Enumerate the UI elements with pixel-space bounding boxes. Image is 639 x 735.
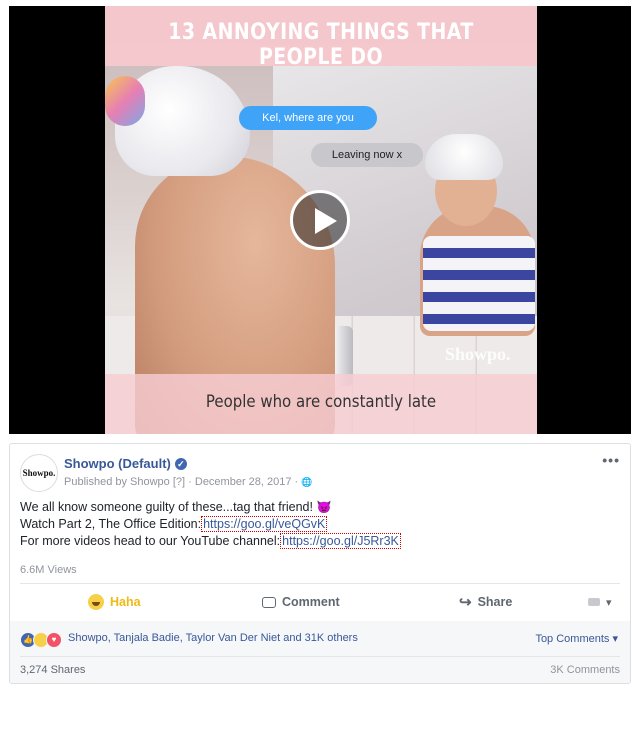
action-bar: Haha Comment ↪ Share ▾: [10, 584, 630, 620]
haha-label: Haha: [110, 595, 141, 609]
avatar-logo-text: Showpo.: [22, 468, 56, 478]
verified-badge-icon: ✓: [174, 458, 187, 470]
message-bubble-received: Leaving now x: [311, 143, 423, 167]
globe-icon: 🌐: [301, 477, 313, 487]
youtube-channel-link[interactable]: https://goo.gl/J5Rr3K: [280, 533, 401, 549]
mirror-shower-cap: [425, 134, 503, 180]
share-icon: ↪: [459, 594, 472, 611]
comment-label: Comment: [282, 595, 340, 609]
reaction-icons[interactable]: 👍 ♥: [20, 632, 62, 648]
shares-row: 3,274 Shares 3K Comments: [10, 657, 630, 683]
post-meta: Published by Showpo [?] · December 28, 2…: [64, 476, 313, 488]
post-line-1: We all know someone guilty of these...ta…: [20, 500, 313, 514]
play-icon: [315, 208, 337, 234]
unicorn-horn: [105, 76, 145, 126]
avatar-small-icon: [588, 598, 600, 606]
share-button[interactable]: ↪ Share: [459, 584, 512, 620]
video-title-overlay: 13 ANNOYING THINGS THAT PEOPLE DO: [168, 20, 474, 70]
comment-button[interactable]: Comment: [262, 584, 340, 620]
reactions-row: 👍 ♥ Showpo, Tanjala Badie, Taylor Van De…: [10, 621, 630, 657]
reaction-names[interactable]: Showpo, Tanjala Badie, Taylor Van Der Ni…: [68, 632, 358, 644]
page-name-link[interactable]: Showpo (Default) ✓: [64, 456, 187, 471]
message-bubble-sent: Kel, where are you: [239, 106, 377, 130]
video-player[interactable]: 13 ANNOYING THINGS THAT PEOPLE DO Kel, w…: [9, 6, 631, 434]
office-edition-link[interactable]: https://goo.gl/veQGvK: [201, 516, 328, 532]
published-help[interactable]: [?]: [173, 476, 185, 488]
published-by: Published by Showpo: [64, 476, 170, 488]
share-label: Share: [477, 595, 513, 609]
post-body: We all know someone guilty of these...ta…: [20, 499, 401, 550]
comment-icon: [262, 596, 276, 608]
post-line-3: For more videos head to our YouTube chan…: [20, 534, 281, 548]
post-date[interactable]: December 28, 2017: [195, 476, 292, 488]
page-name[interactable]: Showpo (Default): [64, 456, 171, 471]
striped-towel: [423, 236, 535, 331]
haha-button[interactable]: Haha: [88, 584, 141, 620]
post-line-2: Watch Part 2, The Office Edition:: [20, 517, 202, 531]
haha-icon: [88, 594, 104, 610]
chevron-down-icon: ▾: [606, 596, 612, 609]
view-count: 6.6M Views: [20, 564, 77, 576]
play-button[interactable]: [290, 190, 350, 250]
audience-selector[interactable]: ▾: [588, 584, 612, 620]
video-watermark: Showpo.: [445, 344, 511, 364]
page-avatar[interactable]: Showpo.: [20, 454, 58, 492]
comment-count[interactable]: 3K Comments: [550, 664, 620, 676]
share-count[interactable]: 3,274 Shares: [20, 664, 85, 676]
more-options-icon[interactable]: •••: [602, 452, 620, 468]
post-card: Showpo. Showpo (Default) ✓ Published by S…: [9, 443, 631, 684]
video-caption: People who are constantly late: [205, 392, 437, 412]
devil-emoji-icon: 👿: [316, 500, 332, 514]
love-reaction-icon: ♥: [46, 632, 62, 648]
top-comments-dropdown[interactable]: Top Comments ▾: [535, 632, 618, 645]
